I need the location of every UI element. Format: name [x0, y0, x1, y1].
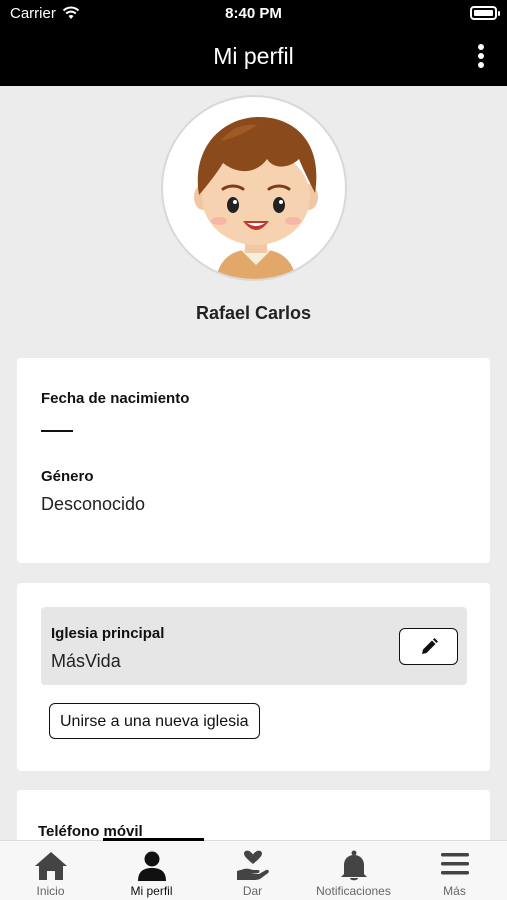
personal-info-card: Fecha de nacimiento Género Desconocido: [17, 358, 490, 563]
person-icon: [138, 851, 166, 881]
birth-date-label: Fecha de nacimiento: [41, 390, 190, 407]
main-church-label: Iglesia principal: [51, 625, 165, 642]
boy-avatar-icon: [194, 117, 318, 279]
birth-date-empty-value: [41, 430, 73, 432]
menu-icon: [441, 853, 469, 875]
tab-mi-perfil[interactable]: Mi perfil: [101, 841, 202, 900]
profile-name: Rafael Carlos: [195, 303, 312, 323]
pencil-icon: [422, 638, 438, 654]
avatar[interactable]: [161, 95, 347, 281]
tab-bar: Inicio Mi perfil Dar Notificaciones Más: [0, 840, 507, 900]
tab-label: Inicio: [36, 884, 65, 898]
church-card: Iglesia principal MásVida Unirse a una n…: [17, 583, 490, 771]
gender-value: Desconocido: [41, 494, 146, 514]
give-heart-icon: [237, 850, 269, 880]
tab-label: Más: [443, 884, 466, 898]
main-church-value: MásVida: [51, 651, 121, 671]
bell-icon: [341, 850, 367, 881]
tab-label: Mi perfil: [130, 884, 173, 898]
tab-dar[interactable]: Dar: [202, 841, 303, 900]
tab-inicio[interactable]: Inicio: [0, 841, 101, 900]
tab-mas[interactable]: Más: [404, 841, 505, 900]
battery-icon: [470, 6, 500, 20]
edit-church-button[interactable]: [399, 628, 458, 665]
active-tab-indicator: [103, 838, 204, 841]
home-icon: [35, 852, 67, 880]
gender-label: Género: [41, 468, 94, 485]
status-bar: Carrier 8:40 PM: [0, 0, 507, 28]
main-church-box: Iglesia principal MásVida: [41, 607, 467, 685]
join-church-button[interactable]: Unirse a una nueva iglesia: [49, 703, 260, 739]
app-header: Mi perfil: [0, 28, 507, 86]
more-vertical-icon[interactable]: [477, 44, 485, 68]
page-title: Mi perfil: [213, 43, 294, 69]
status-time: 8:40 PM: [225, 5, 282, 22]
tab-label: Notificaciones: [316, 884, 391, 898]
tab-label: Dar: [242, 884, 263, 898]
tab-notificaciones[interactable]: Notificaciones: [303, 841, 404, 900]
